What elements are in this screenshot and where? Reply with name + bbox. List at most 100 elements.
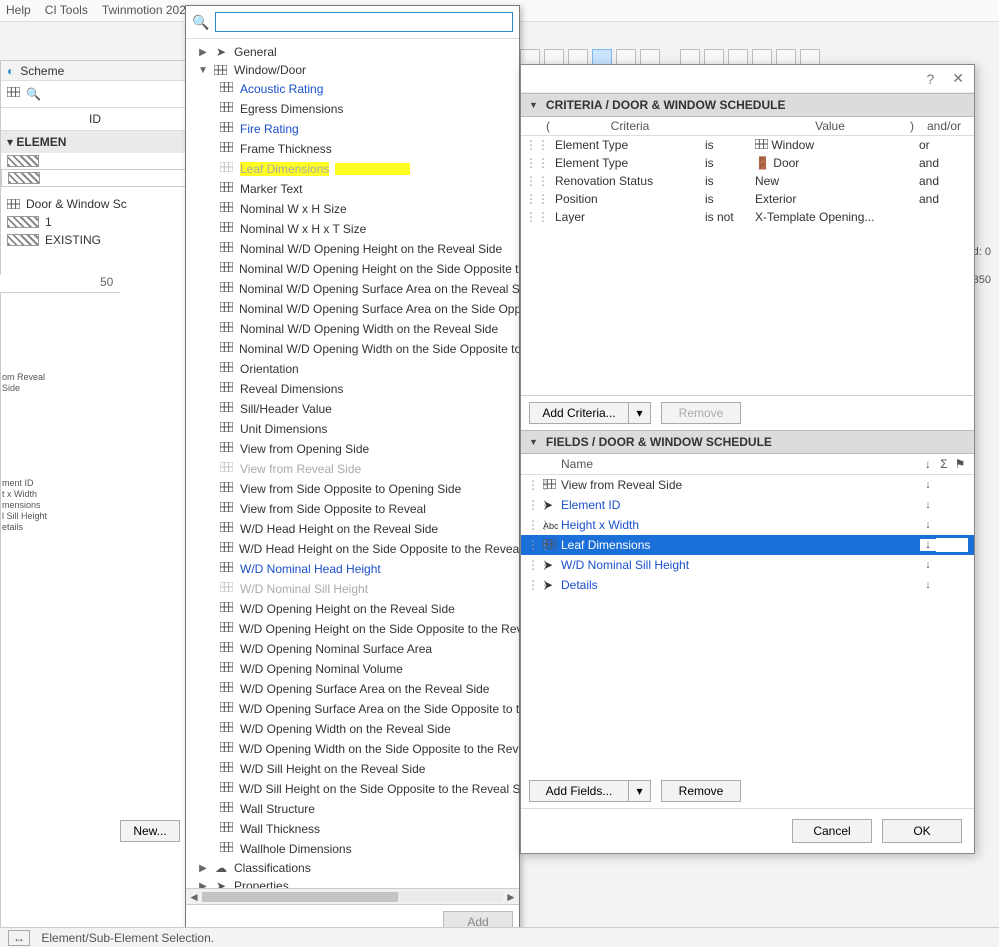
drag-handle-icon[interactable]: ⋮⋮ xyxy=(527,578,543,592)
tree-item[interactable]: Nominal W/D Opening Width on the Side Op… xyxy=(190,339,519,359)
drag-handle-icon[interactable]: ⋮⋮ xyxy=(525,174,541,188)
criteria-table[interactable]: ⋮⋮Element Typeis Windowor⋮⋮Element Typei… xyxy=(521,136,974,396)
criteria-row[interactable]: ⋮⋮Renovation StatusisNewand xyxy=(521,172,974,190)
tree-item[interactable]: W/D Opening Nominal Surface Area xyxy=(190,639,519,659)
drag-handle-icon[interactable]: ⋮⋮ xyxy=(527,478,543,492)
chevron-down-icon[interactable]: ▾ xyxy=(629,780,651,802)
tree-item[interactable]: Reveal Dimensions xyxy=(190,379,519,399)
expand-icon[interactable]: ▶ xyxy=(198,881,208,889)
tree-item[interactable]: Acoustic Rating xyxy=(190,79,519,99)
drag-handle-icon[interactable]: ⋮⋮ xyxy=(525,156,541,170)
criteria-row[interactable]: ⋮⋮PositionisExteriorand xyxy=(521,190,974,208)
tree-item[interactable]: W/D Sill Height on the Side Opposite to … xyxy=(190,779,519,799)
search-icon[interactable]: 🔍 xyxy=(26,87,41,101)
menu-twinmotion[interactable]: Twinmotion 2020 xyxy=(102,3,193,18)
collapse-icon[interactable]: ▼ xyxy=(529,100,538,110)
collapse-icon[interactable]: ▼ xyxy=(529,437,538,447)
close-icon[interactable]: ✕ xyxy=(952,70,964,87)
field-row[interactable]: ⋮⋮➤Element ID↓ xyxy=(521,495,974,515)
drag-handle-icon[interactable]: ⋮⋮ xyxy=(525,210,541,224)
tree-item[interactable]: Nominal W x H x T Size xyxy=(190,219,519,239)
sigma-cell[interactable] xyxy=(936,538,952,552)
field-row[interactable]: ⋮⋮➤W/D Nominal Sill Height↓ xyxy=(521,555,974,575)
collapse-icon[interactable]: ▼ xyxy=(198,65,208,76)
tree-item[interactable]: Nominal W/D Opening Height on the Side O… xyxy=(190,259,519,279)
expand-icon[interactable]: ▶ xyxy=(198,863,208,874)
tree-item[interactable]: Fire Rating xyxy=(190,119,519,139)
tree-group-window-door[interactable]: ▼ Window/Door xyxy=(190,61,519,79)
tree-item[interactable]: W/D Nominal Head Height xyxy=(190,559,519,579)
tree-item[interactable]: W/D Opening Height on the Side Opposite … xyxy=(190,619,519,639)
tree-item[interactable]: Sill/Header Value xyxy=(190,399,519,419)
tree-item[interactable]: Nominal W/D Opening Surface Area on the … xyxy=(190,279,519,299)
tree-group-classifications[interactable]: ▶ ☁ Classifications xyxy=(190,859,519,877)
tree-item[interactable]: Egress Dimensions xyxy=(190,99,519,119)
sort-indicator-icon[interactable]: ↓ xyxy=(920,559,936,571)
drag-handle-icon[interactable]: ⋮⋮ xyxy=(527,538,543,552)
tree-item[interactable]: W/D Sill Height on the Reveal Side xyxy=(190,759,519,779)
criteria-row[interactable]: ⋮⋮Element Typeis🚪 Doorand xyxy=(521,154,974,172)
tree-item[interactable]: Nominal W x H Size xyxy=(190,199,519,219)
tree-item[interactable]: W/D Opening Surface Area on the Reveal S… xyxy=(190,679,519,699)
tree-group-general[interactable]: ▶ ➤ General xyxy=(190,43,519,61)
tree-item[interactable]: View from Side Opposite to Opening Side xyxy=(190,479,519,499)
tree-item[interactable]: Wall Thickness xyxy=(190,819,519,839)
sort-indicator-icon[interactable]: ↓ xyxy=(920,499,936,511)
drag-handle-icon[interactable]: ⋮⋮ xyxy=(525,192,541,206)
tree-item[interactable]: View from Opening Side xyxy=(190,439,519,459)
tree-item[interactable]: Wallhole Dimensions xyxy=(190,839,519,859)
status-icon[interactable]: ↔ xyxy=(8,930,30,946)
list-icon[interactable] xyxy=(7,87,20,97)
field-row[interactable]: ⋮⋮➤Details↓ xyxy=(521,575,974,595)
sort-indicator-icon[interactable]: ↓ xyxy=(920,519,936,531)
tree-item[interactable]: W/D Opening Height on the Reveal Side xyxy=(190,599,519,619)
new-button[interactable]: New... xyxy=(120,820,180,842)
field-row[interactable]: ⋮⋮AbcHeight x Width↓ xyxy=(521,515,974,535)
menu-ci-tools[interactable]: CI Tools xyxy=(45,3,88,18)
elements-group[interactable]: ELEMEN xyxy=(16,135,66,149)
tree-item[interactable]: Nominal W/D Opening Surface Area on the … xyxy=(190,299,519,319)
tree-item[interactable]: W/D Nominal Sill Height xyxy=(190,579,519,599)
tree-item[interactable]: Orientation xyxy=(190,359,519,379)
tree[interactable]: ▶ ➤ General ▼ Window/Door Acoustic Ratin… xyxy=(186,39,519,888)
tree-item[interactable]: Wall Structure xyxy=(190,799,519,819)
field-row[interactable]: ⋮⋮View from Reveal Side↓ xyxy=(521,475,974,495)
tree-item[interactable]: W/D Opening Width on the Side Opposite t… xyxy=(190,739,519,759)
schedule-link[interactable]: Door & Window Sc xyxy=(1,195,189,213)
menu-help[interactable]: Help xyxy=(6,3,31,18)
tree-item[interactable]: Nominal W/D Opening Height on the Reveal… xyxy=(190,239,519,259)
tree-item[interactable]: Unit Dimensions xyxy=(190,419,519,439)
tree-item[interactable]: Leaf Dimensions xyxy=(190,159,519,179)
tree-item[interactable]: Frame Thickness xyxy=(190,139,519,159)
sort-indicator-icon[interactable]: ↓ xyxy=(920,479,936,491)
tree-group-properties[interactable]: ▶ ➤ Properties xyxy=(190,877,519,888)
ok-button[interactable]: OK xyxy=(882,819,962,843)
remove-criteria-button[interactable]: Remove xyxy=(661,402,741,424)
field-row[interactable]: ⋮⋮Leaf Dimensions↓ xyxy=(521,535,974,555)
h-scrollbar[interactable]: ◄ ► xyxy=(186,888,519,904)
tree-item[interactable]: View from Reveal Side xyxy=(190,459,519,479)
sort-indicator-icon[interactable]: ↓ xyxy=(920,539,936,551)
help-icon[interactable]: ? xyxy=(926,71,934,87)
remove-field-button[interactable]: Remove xyxy=(661,780,741,802)
expand-icon[interactable]: ▶ xyxy=(198,47,208,58)
cancel-button[interactable]: Cancel xyxy=(792,819,872,843)
tree-item[interactable]: Nominal W/D Opening Width on the Reveal … xyxy=(190,319,519,339)
drag-handle-icon[interactable]: ⋮⋮ xyxy=(527,518,543,532)
tree-item[interactable]: W/D Opening Surface Area on the Side Opp… xyxy=(190,699,519,719)
drag-handle-icon[interactable]: ⋮⋮ xyxy=(525,138,541,152)
sort-indicator-icon[interactable]: ↓ xyxy=(920,579,936,591)
chevron-down-icon[interactable]: ▾ xyxy=(629,402,651,424)
drag-handle-icon[interactable]: ⋮⋮ xyxy=(527,558,543,572)
fields-table[interactable]: ⋮⋮View from Reveal Side↓⋮⋮➤Element ID↓⋮⋮… xyxy=(521,475,974,774)
tree-item[interactable]: W/D Head Height on the Side Opposite to … xyxy=(190,539,519,559)
add-fields-button[interactable]: Add Fields...▾ xyxy=(529,780,651,802)
tree-item[interactable]: W/D Head Height on the Reveal Side xyxy=(190,519,519,539)
drag-handle-icon[interactable]: ⋮⋮ xyxy=(527,498,543,512)
tree-item[interactable]: W/D Opening Nominal Volume xyxy=(190,659,519,679)
flag-cell[interactable] xyxy=(952,538,968,552)
search-input[interactable] xyxy=(215,12,513,32)
tree-item[interactable]: W/D Opening Width on the Reveal Side xyxy=(190,719,519,739)
criteria-row[interactable]: ⋮⋮Layeris notX-Template Opening... xyxy=(521,208,974,226)
fields-header[interactable]: ▼ FIELDS / DOOR & WINDOW SCHEDULE xyxy=(521,430,974,454)
